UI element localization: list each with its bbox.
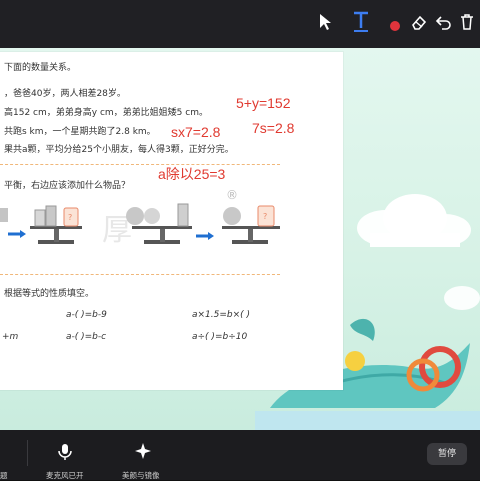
equation-r2c2: a÷( )=b÷10: [192, 332, 248, 342]
equation-r2c0: +m: [2, 332, 19, 342]
doc-line-1: ，爸爸40岁，两人相差28岁。: [4, 89, 126, 99]
mic-label[interactable]: 麦克风已开: [46, 470, 84, 481]
divider: [27, 440, 28, 466]
svg-text:?: ?: [263, 212, 267, 221]
doc-line-4: 果共a颗，平均分给25个小朋友，每人得3颗，正好分完。: [4, 145, 234, 155]
annotation-sx7: sx7=2.8: [171, 124, 221, 140]
microphone-icon[interactable]: [57, 443, 73, 465]
annotation-a-div-25: a除以25=3: [158, 166, 226, 182]
dashed-divider: [0, 164, 280, 165]
trash-icon[interactable]: [459, 13, 475, 35]
doc-line-2: 高152 cm，弟弟身高y cm，弟弟比姐姐矮5 cm。: [4, 108, 208, 118]
color-dot-icon[interactable]: [389, 17, 401, 36]
annotation-7s: 7s=2.8: [252, 120, 295, 136]
undo-icon[interactable]: [435, 13, 453, 35]
registered-mark: ®: [226, 188, 238, 202]
eraser-icon[interactable]: [410, 13, 428, 35]
doc-line-3: 共跑s km，一个星期共跑了2.8 km。: [4, 127, 156, 137]
pause-button[interactable]: 暂停: [427, 443, 467, 465]
annotation-5-plus-y: 5+y=152: [236, 95, 291, 111]
svg-text:?: ?: [68, 213, 72, 222]
bottom-left-label: 题: [0, 471, 8, 480]
equation-r2c1: a-( )=b-c: [66, 332, 107, 342]
beauty-icon[interactable]: [134, 442, 152, 464]
bottom-control-bar: 题 麦克风已开 美颜与镜像 暂停: [0, 430, 480, 480]
pointer-icon[interactable]: [318, 12, 334, 36]
top-toolbar: [0, 0, 480, 48]
shared-screen: 下面的数量关系。 ，爸爸40岁，两人相差28岁。 高152 cm，弟弟身高y c…: [0, 48, 480, 430]
cloud-decoration-2: [444, 286, 480, 310]
balance-prompt: 平衡，右边应该添加什么物品？: [4, 181, 131, 191]
fill-prompt: 根据等式的性质填空。: [4, 289, 95, 299]
text-icon[interactable]: [352, 10, 370, 36]
equation-r1c1: a-( )=b-9: [66, 310, 107, 320]
equation-r1c2: a×1.5=b×( ): [192, 310, 251, 320]
document-page: 下面的数量关系。 ，爸爸40岁，两人相差28岁。 高152 cm，弟弟身高y c…: [0, 52, 343, 390]
doc-intro: 下面的数量关系。: [4, 63, 77, 73]
cloud-decoration: [357, 194, 471, 247]
beauty-label[interactable]: 美颜与镜像: [122, 470, 160, 481]
balance-scales-illustration: ? 厚 ?: [0, 203, 280, 248]
dashed-divider-2: [0, 274, 280, 275]
